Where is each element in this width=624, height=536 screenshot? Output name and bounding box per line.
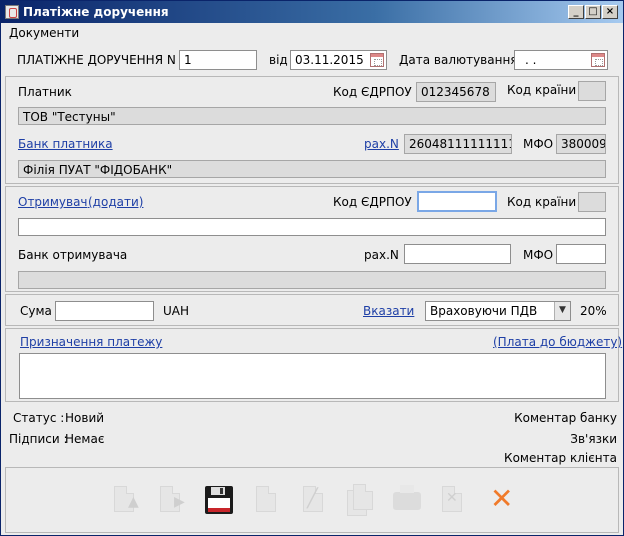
date-value: 03.11.2015 — [295, 53, 364, 67]
calendar-icon[interactable] — [591, 53, 605, 67]
vat-select[interactable]: Враховуючи ПДВ ▼ — [425, 301, 571, 321]
links-link[interactable]: Зв'язки — [570, 432, 617, 446]
signatures-label: Підписи : — [9, 432, 68, 446]
payment-order-window: Платіжне доручення _ □ × Документи ПЛАТІ… — [0, 0, 624, 536]
client-comment-link[interactable]: Коментар клієнта — [504, 451, 617, 465]
payer-name-field: ТОВ "Тестуны" — [18, 107, 606, 125]
close-window-button[interactable]: × — [602, 5, 618, 19]
specify-link[interactable]: Вказати — [363, 304, 414, 318]
payer-edrpou-label: Код ЄДРПОУ — [333, 85, 412, 99]
purpose-panel: Призначення платежу (Плата до бюджету) — [5, 328, 622, 402]
close-icon[interactable]: ✕ — [486, 484, 516, 516]
save-icon[interactable] — [203, 484, 233, 516]
print-icon[interactable] — [391, 484, 421, 516]
status-area: Статус : Новий Підписи : Немає Коментар … — [5, 403, 619, 465]
status-label: Статус : — [13, 411, 65, 425]
calendar-icon[interactable] — [370, 53, 384, 67]
purpose-textarea[interactable] — [19, 353, 606, 399]
currency-label: UAH — [163, 304, 190, 318]
signatures-value: Немає — [65, 432, 105, 446]
recipient-edrpou-input[interactable] — [417, 191, 497, 212]
form-content: ПЛАТІЖНЕ ДОРУЧЕННЯ N 1 від 03.11.2015 Да… — [5, 43, 622, 533]
doc-number-input[interactable]: 1 — [179, 50, 257, 70]
payer-label: Платник — [18, 85, 72, 99]
recipient-account-label: рах.N — [364, 248, 399, 262]
recipient-bank-name-field — [18, 271, 606, 289]
recipient-mfo-input[interactable] — [556, 244, 606, 264]
amount-input[interactable] — [55, 301, 154, 321]
menu-bar: Документи — [1, 23, 623, 43]
doc-number-label: ПЛАТІЖНЕ ДОРУЧЕННЯ N — [17, 53, 176, 67]
value-date-label: Дата валютування — [399, 53, 518, 67]
recipient-add-link[interactable]: (додати) — [88, 195, 143, 209]
amount-label: Сума — [20, 304, 52, 318]
maximize-button[interactable]: □ — [585, 5, 601, 19]
payer-account-link[interactable]: рах.N — [364, 137, 399, 151]
recipient-country-label: Код країни — [507, 195, 577, 209]
payer-account-field: 26048111111111 — [404, 134, 512, 154]
payer-edrpou-field: 012345678 — [416, 82, 496, 102]
status-value: Новий — [65, 411, 105, 425]
vat-rate: 20% — [580, 304, 607, 318]
payer-bank-link[interactable]: Банк платника — [18, 137, 113, 151]
menu-documents[interactable]: Документи — [9, 26, 79, 40]
payer-country-label: Код країни — [507, 83, 577, 97]
payer-country-field — [578, 81, 606, 101]
purpose-link[interactable]: Призначення платежу — [20, 335, 162, 349]
from-label: від — [269, 53, 288, 67]
budget-payment-link[interactable]: (Плата до бюджету) — [493, 335, 622, 349]
document-edit-icon[interactable]: ╱ — [299, 484, 329, 516]
recipient-account-input[interactable] — [404, 244, 511, 264]
recipient-panel: Отримувач (додати) Код ЄДРПОУ Код країни… — [5, 186, 619, 292]
bank-comment-link[interactable]: Коментар банку — [514, 411, 617, 425]
recipient-edrpou-label: Код ЄДРПОУ — [333, 195, 412, 209]
recipient-mfo-label: МФО — [523, 248, 554, 262]
document-copy-icon[interactable] — [345, 484, 375, 516]
app-icon — [5, 5, 19, 19]
document-right-icon[interactable]: ▶ — [156, 484, 186, 516]
window-title: Платіжне доручення — [23, 5, 169, 19]
value-date-value: . . — [525, 53, 537, 67]
payer-mfo-field: 380009 — [556, 134, 606, 154]
document-up-icon[interactable]: ▲ — [110, 484, 140, 516]
payer-panel: Платник Код ЄДРПОУ 012345678 Код країни … — [5, 76, 619, 184]
amount-panel: Сума UAH Вказати Враховуючи ПДВ ▼ 20% — [5, 294, 619, 326]
payer-bank-name-field: Філія ПУАТ "ФІДОБАНК" — [18, 160, 606, 178]
document-delete-icon[interactable]: ✕ — [438, 484, 468, 516]
recipient-country-field — [578, 192, 606, 212]
chevron-down-icon[interactable]: ▼ — [554, 302, 570, 320]
payer-mfo-label: МФО — [523, 137, 554, 151]
recipient-name-input[interactable] — [18, 218, 606, 236]
recipient-link[interactable]: Отримувач — [18, 195, 88, 209]
action-toolbar: ▲ ▶ ╱ ✕ ✕ — [5, 467, 619, 533]
document-icon[interactable] — [252, 484, 282, 516]
recipient-bank-label: Банк отримувача — [18, 248, 128, 262]
minimize-button[interactable]: _ — [568, 5, 584, 19]
vat-select-value: Враховуючи ПДВ — [430, 304, 538, 318]
title-bar: Платіжне доручення _ □ × — [1, 1, 623, 23]
date-input[interactable]: 03.11.2015 — [290, 50, 387, 70]
value-date-input[interactable]: . . — [514, 50, 608, 70]
